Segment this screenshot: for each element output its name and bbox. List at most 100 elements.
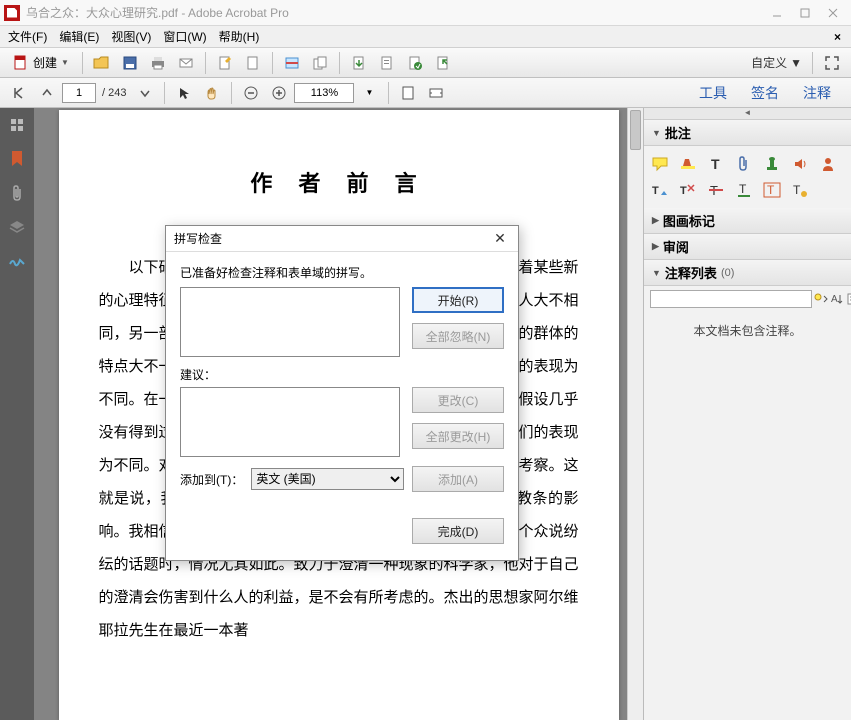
triangle-down-icon: ▼ [652, 268, 661, 278]
fit-page-button[interactable] [395, 81, 421, 105]
separator [82, 52, 83, 74]
fullscreen-button[interactable] [819, 51, 845, 75]
open-button[interactable] [89, 51, 115, 75]
hand-tool-button[interactable] [199, 81, 225, 105]
customize-dropdown[interactable]: 自定义 ▼ [747, 54, 806, 71]
start-button[interactable]: 开始(R) [412, 287, 504, 313]
panel-collapse-button[interactable]: ◄ [644, 108, 851, 120]
person-tool[interactable] [818, 154, 838, 174]
menu-view[interactable]: 视图(V) [105, 26, 157, 47]
insert-text-tool[interactable]: T [650, 180, 670, 200]
signatures-tab[interactable] [6, 250, 28, 272]
menu-file[interactable]: 文件(F) [2, 26, 53, 47]
text-correction-tool[interactable]: T [790, 180, 810, 200]
menu-window[interactable]: 窗口(W) [157, 26, 212, 47]
floppy-icon [122, 55, 138, 71]
arrow-first-icon [12, 86, 26, 100]
separator [388, 82, 389, 104]
sticky-note-tool[interactable] [650, 154, 670, 174]
change-all-button[interactable]: 全部更改(H) [412, 423, 504, 449]
combine-button[interactable] [307, 51, 333, 75]
comment-panel-button[interactable]: 注释 [795, 79, 839, 107]
attachments-tab[interactable] [6, 182, 28, 204]
send-review-button[interactable] [402, 51, 428, 75]
menubar-close-icon[interactable]: × [826, 30, 849, 44]
add-button[interactable]: 添加(A) [412, 466, 504, 492]
fit-width-button[interactable] [423, 81, 449, 105]
text-note-tool[interactable]: T [762, 180, 782, 200]
maximize-button[interactable] [791, 3, 819, 23]
highlight-tool[interactable] [678, 154, 698, 174]
drawing-panel-header[interactable]: ▶ 图画标记 [644, 208, 851, 234]
change-button[interactable]: 更改(C) [412, 387, 504, 413]
dialog-close-button[interactable]: ✕ [490, 230, 510, 247]
tools-panel-button[interactable]: 工具 [691, 79, 735, 107]
edit-text-button[interactable] [212, 51, 238, 75]
nav-toolbar: / 243 ▼ 工具 签名 注释 [0, 78, 851, 108]
replace-text-tool[interactable]: T [678, 180, 698, 200]
page-tool-button[interactable] [240, 51, 266, 75]
annotation-header-label: 批注 [665, 123, 691, 142]
close-button[interactable] [819, 3, 847, 23]
sort-button[interactable]: A [830, 292, 844, 306]
sign-panel-button[interactable]: 签名 [743, 79, 787, 107]
attach-file-tool[interactable] [734, 154, 754, 174]
review-panel-header[interactable]: ▶ 审阅 [644, 234, 851, 260]
minimize-button[interactable] [763, 3, 791, 23]
dialog-description: 已准备好检查注释和表单域的拼写。 [180, 264, 504, 281]
share-button[interactable] [430, 51, 456, 75]
scrollbar-thumb[interactable] [630, 110, 641, 150]
text-tool[interactable]: T [706, 154, 726, 174]
print-button[interactable] [145, 51, 171, 75]
scan-button[interactable] [279, 51, 305, 75]
annotation-panel-header[interactable]: ▼ 批注 [644, 120, 851, 146]
paperclip-icon [10, 184, 24, 202]
separator [164, 82, 165, 104]
app-icon [4, 5, 20, 21]
select-tool-button[interactable] [171, 81, 197, 105]
menu-help[interactable]: 帮助(H) [213, 26, 266, 47]
addto-language-select[interactable]: 英文 (美国) [251, 468, 404, 490]
dialog-titlebar[interactable]: 拼写检查 ✕ [166, 226, 518, 252]
review-header-label: 审阅 [663, 237, 689, 256]
bookmarks-tab[interactable] [6, 148, 28, 170]
thumbnails-tab[interactable] [6, 114, 28, 136]
zoom-dropdown[interactable]: ▼ [356, 81, 382, 105]
svg-text:T: T [652, 185, 659, 197]
save-button[interactable] [117, 51, 143, 75]
layers-tab[interactable] [6, 216, 28, 238]
document-scrollbar[interactable] [627, 108, 643, 720]
menu-edit[interactable]: 编辑(E) [53, 26, 105, 47]
export-icon [351, 55, 367, 71]
spellcheck-dialog: 拼写检查 ✕ 已准备好检查注释和表单域的拼写。 开始(R) 全部忽略(N) 建议… [165, 225, 519, 561]
email-button[interactable] [173, 51, 199, 75]
options-button[interactable] [846, 292, 851, 306]
page-number-input[interactable] [62, 83, 96, 103]
prev-page-button[interactable] [34, 81, 60, 105]
ignore-all-button[interactable]: 全部忽略(N) [412, 323, 504, 349]
dialog-body: 已准备好检查注释和表单域的拼写。 开始(R) 全部忽略(N) 建议： 更改(C)… [166, 252, 518, 560]
stamp-tool[interactable] [762, 154, 782, 174]
separator [205, 52, 206, 74]
suggestions-field[interactable] [180, 387, 400, 457]
zoom-in-button[interactable] [266, 81, 292, 105]
filter-button[interactable] [814, 292, 828, 306]
done-button[interactable]: 完成(D) [412, 518, 504, 544]
spellcheck-word-field[interactable] [180, 287, 400, 357]
annotation-search-input[interactable] [650, 290, 812, 308]
signature-icon [8, 254, 26, 268]
audio-tool[interactable] [790, 154, 810, 174]
export-button[interactable] [346, 51, 372, 75]
form-button[interactable] [374, 51, 400, 75]
underline-tool[interactable]: T [734, 180, 754, 200]
menu-bar: 文件(F) 编辑(E) 视图(V) 窗口(W) 帮助(H) × [0, 26, 851, 48]
caret-down-icon: ▼ [61, 58, 69, 67]
mail-icon [178, 55, 194, 71]
zoom-out-button[interactable] [238, 81, 264, 105]
strikethrough-tool[interactable]: T [706, 180, 726, 200]
create-button[interactable]: 创建 ▼ [6, 51, 76, 75]
zoom-select[interactable] [294, 83, 354, 103]
first-page-button[interactable] [6, 81, 32, 105]
annotation-list-header[interactable]: ▼ 注释列表 (0) [644, 260, 851, 286]
next-page-button[interactable] [132, 81, 158, 105]
